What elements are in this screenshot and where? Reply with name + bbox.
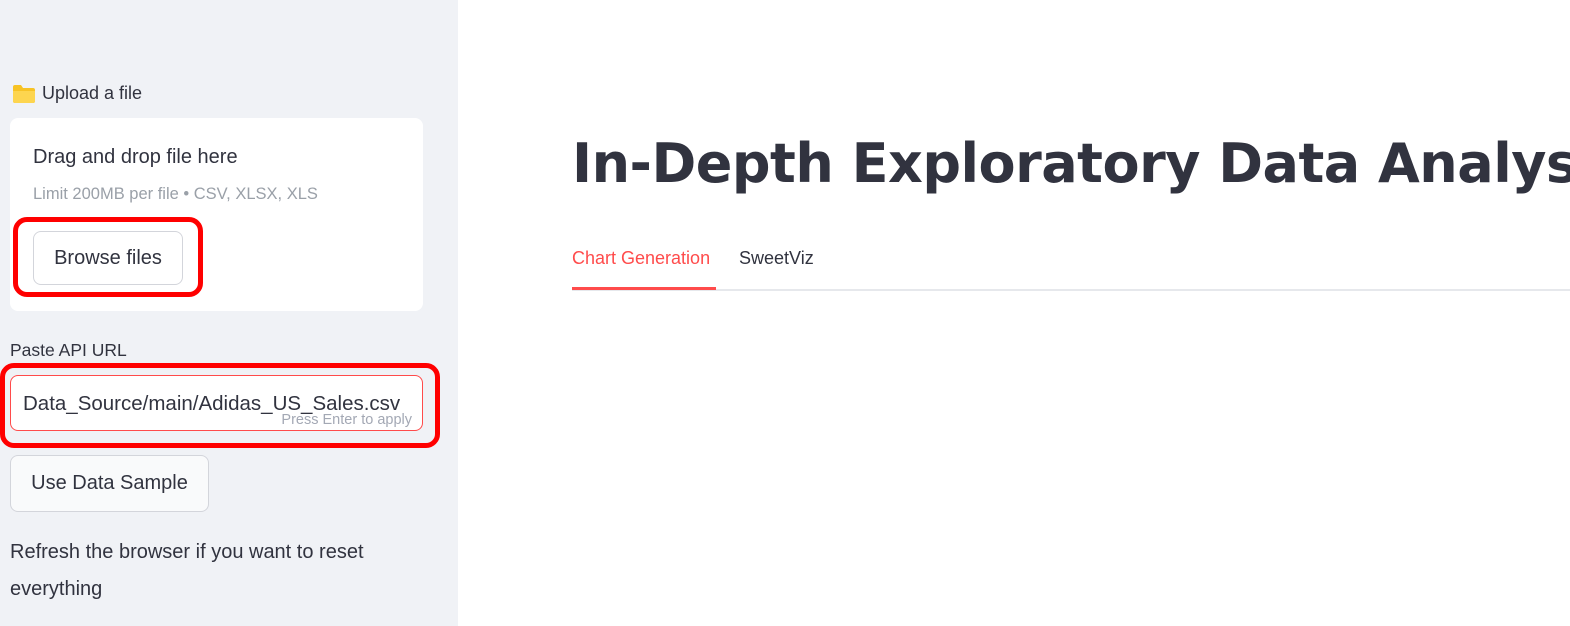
upload-label: Upload a file bbox=[12, 83, 142, 104]
api-url-field[interactable]: Press Enter to apply bbox=[10, 375, 423, 431]
refresh-instructions: Refresh the browser if you want to reset… bbox=[10, 541, 364, 600]
api-url-label: Paste API URL bbox=[10, 340, 127, 360]
use-data-sample-button[interactable]: Use Data Sample bbox=[10, 455, 209, 512]
tab-bar: Chart Generation SweetViz bbox=[572, 240, 1570, 291]
tab-sweetviz[interactable]: SweetViz bbox=[739, 248, 814, 269]
sidebar: Upload a file Drag and drop file here Li… bbox=[0, 0, 458, 626]
upload-label-text: Upload a file bbox=[42, 83, 143, 103]
file-dropzone[interactable]: Drag and drop file here Limit 200MB per … bbox=[10, 118, 423, 311]
dropzone-limit: Limit 200MB per file • CSV, XLSX, XLS bbox=[33, 185, 318, 203]
page-title: In-Depth Exploratory Data Analysis bbox=[572, 132, 1570, 195]
active-tab-indicator bbox=[572, 287, 716, 290]
folder-icon bbox=[12, 84, 36, 104]
press-enter-hint: Press Enter to apply bbox=[281, 412, 412, 428]
dropzone-title: Drag and drop file here bbox=[33, 146, 238, 168]
tab-chart-generation[interactable]: Chart Generation bbox=[572, 248, 710, 269]
app-window: Upload a file Drag and drop file here Li… bbox=[0, 0, 1570, 626]
browse-files-button[interactable]: Browse files bbox=[33, 231, 183, 285]
